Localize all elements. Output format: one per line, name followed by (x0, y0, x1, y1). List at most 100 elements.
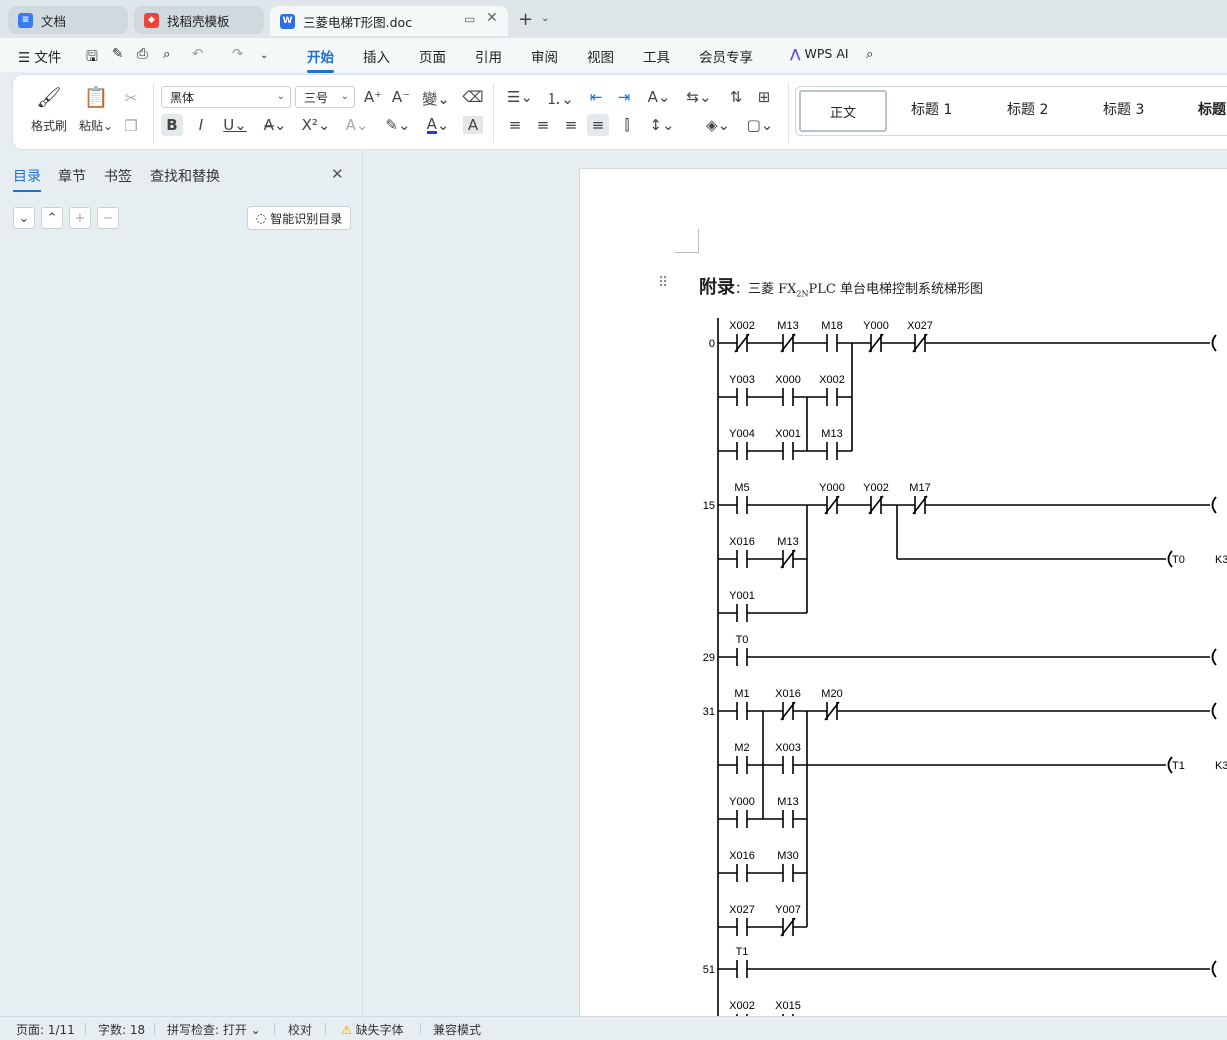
margin-corner-mark (675, 229, 699, 253)
decrease-font-icon[interactable]: A⁻ (391, 88, 411, 106)
underline-icon[interactable]: U⌄ (219, 116, 251, 134)
menu-membership[interactable]: 会员专享 (699, 46, 753, 66)
char-shading-icon[interactable]: A (463, 116, 483, 134)
print-preview-icon[interactable]: ⌕ (163, 46, 171, 62)
search-icon[interactable]: ⌕ (866, 46, 874, 62)
font-color-icon[interactable]: A ⌄ (421, 116, 455, 134)
format-painter-icon[interactable]: 🖌 (29, 85, 69, 109)
menu-insert[interactable]: 插入 (363, 46, 390, 66)
new-tab-icon[interactable]: + (518, 9, 533, 30)
docer-icon: ◆ (144, 12, 159, 28)
increase-indent-icon[interactable]: ⇥ (613, 88, 635, 106)
shading-icon[interactable]: ◈⌄ (701, 116, 735, 134)
remove-heading-icon[interactable]: − (97, 207, 119, 229)
print-icon[interactable]: ⎙ (137, 46, 148, 62)
missing-font-button[interactable]: ⚠ 缺失字体 (341, 1021, 404, 1038)
page-indicator[interactable]: 页面: 1/11 (16, 1021, 75, 1038)
expand-all-icon[interactable]: ⌄ (13, 207, 35, 229)
menu-home[interactable]: 开始 (307, 46, 334, 73)
navigation-pane: 目录 章节 书签 查找和替换 ✕ ⌄ ⌃ + − ◌ 智能识别目录 (0, 150, 363, 1016)
appendix-title: 附录：三菱 FX2NPLC 单台电梯控制系统梯形图 (699, 277, 983, 299)
sort-icon[interactable]: ⇅ (725, 88, 747, 106)
justify-icon[interactable]: ≡ (587, 114, 609, 136)
distributed-icon[interactable]: ⫿ (617, 116, 637, 134)
close-pane-icon[interactable]: ✕ (331, 165, 344, 183)
menu-references[interactable]: 引用 (475, 46, 502, 66)
bold-icon[interactable]: B (161, 114, 183, 136)
align-left-icon[interactable]: ≡ (505, 116, 525, 134)
chevron-down-icon[interactable]: ⌄ (541, 13, 549, 24)
style-heading-1[interactable]: 标题 1 (911, 99, 952, 119)
align-right-icon[interactable]: ≡ (561, 116, 581, 134)
menu-view[interactable]: 视图 (587, 46, 614, 66)
collapse-all-icon[interactable]: ⌃ (41, 207, 63, 229)
document-area[interactable]: ⠿ 附录：三菱 FX2NPLC 单台电梯控制系统梯形图 (364, 150, 1227, 1016)
font-size-select[interactable]: 三号 ⌄ (295, 86, 355, 108)
tab-docer-templates[interactable]: ◆ 找稻壳模板 (134, 6, 264, 34)
monitor-icon[interactable]: ▭ (464, 12, 475, 26)
copy-icon[interactable]: ❐ (121, 117, 141, 135)
tab-label: 三菱电梯T形图.doc (303, 14, 413, 30)
compatibility-mode: 兼容模式 (433, 1023, 482, 1037)
italic-icon[interactable]: I (191, 116, 211, 134)
highlight-icon[interactable]: ✎⌄ (381, 116, 415, 134)
numbered-list-icon[interactable]: ⒈⌄ (545, 88, 575, 109)
menu-bar: ☰ 文件 🖫 ✎ ⎙ ⌕ ↶ ↷ ⌄ 开始 插入 页面 引用 审阅 视图 工具 … (0, 38, 1227, 73)
style-heading-3[interactable]: 标题 3 (1103, 99, 1144, 119)
close-tab-icon[interactable]: ✕ (486, 10, 498, 26)
save-icon[interactable]: 🖫 (86, 46, 98, 70)
superscript-icon[interactable]: X²⌄ (299, 116, 333, 134)
increase-font-icon[interactable]: A⁺ (363, 88, 383, 106)
word-doc-icon: W (280, 13, 295, 29)
table-border-icon[interactable]: ⊞ (753, 88, 775, 106)
cut-icon[interactable]: ✂ (121, 89, 141, 107)
paste-button[interactable]: 粘贴 ⌄ (75, 117, 117, 134)
align-center-icon[interactable]: ≡ (533, 116, 553, 134)
tab-bookmarks[interactable]: 书签 (104, 166, 132, 186)
phonetic-icon[interactable]: 變⌄ (419, 88, 453, 109)
border-icon[interactable]: ▢⌄ (743, 116, 777, 134)
tab-find-replace[interactable]: 查找和替换 (150, 166, 220, 186)
font-name-select[interactable]: 黑体 ⌄ (161, 86, 291, 108)
bullet-list-icon[interactable]: ☰⌄ (505, 88, 535, 106)
text-direction-icon[interactable]: A⌄ (643, 88, 675, 106)
menu-page[interactable]: 页面 (419, 46, 446, 66)
status-bar: 页面: 1/11 字数: 18 拼写检查: 打开 ⌄ 校对 ⚠ 缺失字体 兼容模… (0, 1016, 1227, 1040)
smart-icon: ◌ (255, 211, 267, 225)
wps-ai-icon: ⋀ (790, 46, 801, 61)
file-menu[interactable]: ☰ 文件 (18, 46, 61, 66)
strikethrough-icon[interactable]: A̶⌄ (259, 116, 291, 134)
wps-ai-button[interactable]: ⋀ WPS AI (790, 46, 849, 61)
clear-format-icon[interactable]: ⌫ (462, 88, 483, 106)
drag-handle-icon[interactable]: ⠿ (658, 275, 668, 291)
style-normal[interactable]: 正文 (799, 90, 887, 132)
tab-docs[interactable]: ≡ 文档 (8, 6, 128, 34)
style-gallery: 正文 标题 1 标题 2 标题 3 标题 (795, 86, 1227, 136)
undo-icon[interactable]: ↶ (192, 46, 203, 62)
tab-sections[interactable]: 章节 (58, 166, 86, 186)
style-heading-2[interactable]: 标题 2 (1007, 99, 1048, 119)
format-painter-button[interactable]: 格式刷 (27, 117, 71, 134)
text-effect-icon[interactable]: A⌄ (341, 116, 373, 134)
decrease-indent-icon[interactable]: ⇤ (585, 88, 607, 106)
quick-access-more-icon[interactable]: ⌄ (260, 50, 268, 61)
tab-active-document[interactable]: W 三菱电梯T形图.doc ▭ ✕ (270, 6, 508, 36)
menu-review[interactable]: 审阅 (531, 46, 558, 66)
proofread-button[interactable]: 校对 (288, 1021, 312, 1038)
add-heading-icon[interactable]: + (69, 207, 91, 229)
doc-app-icon: ≡ (18, 12, 33, 28)
paste-icon[interactable]: 📋 (81, 85, 111, 109)
line-spacing-icon[interactable]: ↕⌄ (645, 116, 679, 134)
document-page[interactable]: ⠿ 附录：三菱 FX2NPLC 单台电梯控制系统梯形图 (579, 168, 1227, 1016)
warning-icon: ⚠ (341, 1023, 352, 1037)
pen-icon[interactable]: ✎ (112, 46, 123, 62)
menu-tools[interactable]: 工具 (643, 46, 670, 66)
style-heading[interactable]: 标题 (1198, 99, 1226, 119)
word-count[interactable]: 字数: 18 (98, 1021, 145, 1038)
tab-toc[interactable]: 目录 (13, 166, 41, 192)
redo-icon[interactable]: ↷ (232, 46, 243, 62)
spell-check-toggle[interactable]: 拼写检查: 打开 ⌄ (167, 1021, 261, 1038)
line-wrap-icon[interactable]: ⇆⌄ (683, 88, 715, 106)
smart-toc-button[interactable]: ◌ 智能识别目录 (247, 206, 351, 230)
tab-label: 找稻壳模板 (167, 13, 230, 29)
